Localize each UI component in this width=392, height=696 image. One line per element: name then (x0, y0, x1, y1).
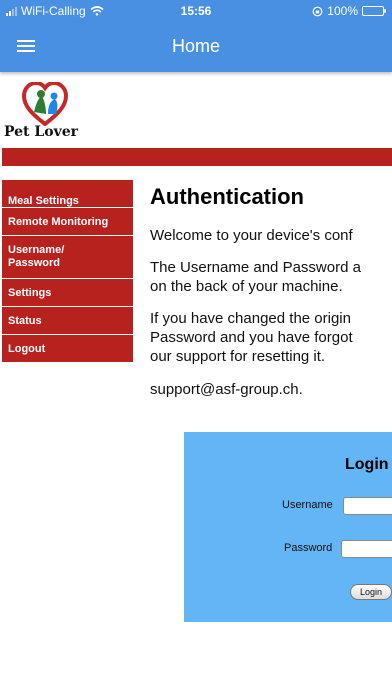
orientation-lock-icon (312, 6, 323, 16)
battery-percent: 100% (327, 4, 358, 18)
main-content: Authentication Welcome to your device's … (150, 180, 392, 420)
side-nav: Meal Settings Remote Monitoring Username… (2, 180, 133, 363)
nav-label: Status (8, 314, 42, 327)
support-line3: our support for resetting it. (150, 348, 326, 365)
header-band (2, 148, 392, 166)
credentials-info: The Username and Password a on the back … (150, 258, 361, 296)
nav-username-password[interactable]: Username/Password (2, 236, 133, 279)
nav-meal-settings[interactable]: Meal Settings (2, 180, 133, 208)
heart-pets-logo (22, 82, 68, 126)
login-button[interactable]: Login (350, 584, 392, 600)
support-line2: Password and you have forgot (150, 329, 353, 346)
nav-label: Meal Settings (8, 195, 79, 207)
login-panel: Login Username Password Login (184, 432, 392, 622)
nav-label: Settings (8, 286, 52, 299)
pet-lover-logo: Pet Lover (4, 82, 84, 142)
battery-icon (362, 6, 386, 16)
welcome-text: Welcome to your device's conf (150, 227, 353, 244)
nav-label-line1: Username/ (8, 244, 65, 256)
nav-remote-monitoring[interactable]: Remote Monitoring (2, 208, 133, 236)
support-line1: If you have changed the origin (150, 310, 351, 327)
password-label: Password (284, 542, 333, 554)
support-email[interactable]: support@asf-group.ch. (150, 380, 303, 399)
nav-label-line2: Password (8, 257, 60, 269)
credentials-line1: The Username and Password a (150, 259, 361, 276)
nav-logout[interactable]: Logout (2, 335, 133, 363)
logo-text: Pet Lover (4, 124, 78, 140)
login-title: Login (345, 456, 389, 473)
page-title: Home (171, 36, 220, 56)
nav-status[interactable]: Status (2, 307, 133, 335)
nav-label: Remote Monitoring (8, 215, 109, 228)
nav-label: Logout (8, 342, 46, 355)
credentials-line2: on the back of your machine. (150, 278, 343, 295)
app-bar: Home (0, 22, 392, 72)
support-info: If you have changed the origin Password … (150, 309, 353, 366)
password-field[interactable] (341, 540, 392, 558)
nav-label: Username/Password (8, 244, 64, 270)
username-field[interactable] (343, 497, 392, 515)
username-label: Username (282, 499, 333, 511)
section-heading: Authentication (150, 184, 304, 209)
nav-settings[interactable]: Settings (2, 279, 133, 307)
status-right: 100% (312, 4, 386, 18)
status-bar: WiFi-Calling 15:56 100% (0, 0, 392, 22)
